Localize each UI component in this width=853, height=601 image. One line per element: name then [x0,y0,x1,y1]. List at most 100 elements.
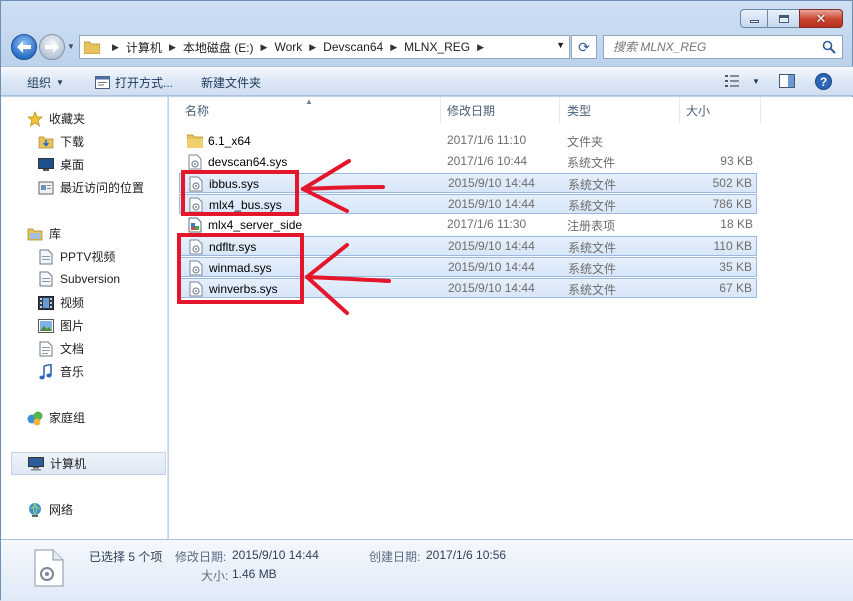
sidebar-computer[interactable]: 计算机 [11,452,166,475]
minimize-button[interactable] [740,9,768,28]
sidebar-item-pictures[interactable]: 图片 [38,317,84,334]
address-bar[interactable]: ▶ 计算机 ▶ 本地磁盘 (E:) ▶ Work ▶ Devscan64 ▶ M… [79,35,570,59]
created-date-label: 创建日期: [369,550,421,564]
annotation-arrow-top [301,159,385,213]
preview-pane-button[interactable] [779,74,795,88]
sidebar-item-subversion[interactable]: Subversion [38,271,120,287]
file-size: 18 KB [720,217,753,231]
sidebar-item-pptv-video[interactable]: PPTV视频 [38,248,115,265]
breadcrumb-separator-icon[interactable]: ▶ [169,42,176,53]
sidebar-libraries[interactable]: 库 [27,225,61,242]
column-divider[interactable] [679,97,680,123]
file-row[interactable]: devscan64.sys 2017/1/6 10:44 系统文件 93 KB [179,152,757,172]
breadcrumb-separator-icon[interactable]: ▶ [261,42,268,53]
sidebar-item-label: 文档 [60,342,85,356]
open-with-button[interactable]: 打开方式... [95,74,173,91]
sidebar-item-downloads[interactable]: 下载 [38,133,84,150]
file-row[interactable]: mlx4_server_side 2017/1/6 11:30 注册表项 18 KB [179,215,757,235]
picture-icon [38,318,54,334]
file-date: 2015/9/10 14:44 [448,281,535,295]
search-input[interactable] [611,39,811,55]
open-with-label: 打开方式... [115,76,174,90]
selection-count: 已选择 5 个项 [89,550,163,564]
breadcrumb-computer[interactable]: 计算机 [126,39,162,56]
sidebar-item-label: 最近访问的位置 [60,181,145,195]
column-header-date[interactable]: 修改日期 [447,97,495,123]
forward-arrow-icon [45,41,59,53]
sidebar-item-music[interactable]: 音乐 [38,363,84,380]
breadcrumb-separator-icon[interactable]: ▶ [477,42,484,53]
sidebar-favorites-label: 收藏夹 [49,112,86,126]
sidebar-computer-label: 计算机 [50,457,87,471]
refresh-button[interactable]: ⟳ [571,35,597,59]
breadcrumb-mlnx-reg[interactable]: MLNX_REG [404,40,470,54]
file-size: 67 KB [719,281,752,295]
file-date: 2015/9/10 14:44 [448,239,535,253]
sidebar-item-recent-places[interactable]: 最近访问的位置 [38,179,144,196]
registry-file-icon [187,217,203,233]
column-header-size[interactable]: 大小 [686,97,710,123]
minimize-icon [749,20,759,23]
file-name: mlx4_server_side [208,218,303,232]
view-options-button[interactable]: ▼ [725,75,760,87]
column-header-name[interactable]: 名称 [185,97,209,123]
search-box[interactable] [603,35,843,59]
video-icon [38,295,54,311]
new-folder-button[interactable]: 新建文件夹 [201,74,261,91]
sidebar-item-label: 桌面 [60,158,85,172]
breadcrumb-separator-icon[interactable]: ▶ [309,42,316,53]
file-type: 文件夹 [567,135,604,149]
column-divider[interactable] [760,97,761,123]
breadcrumb-separator-icon[interactable]: ▶ [390,42,397,53]
breadcrumb-drive-e[interactable]: 本地磁盘 (E:) [183,39,254,56]
column-divider[interactable] [440,97,441,123]
file-type: 系统文件 [567,156,616,170]
system-file-icon [187,154,203,170]
column-header-type[interactable]: 类型 [567,97,591,123]
close-button[interactable]: ✕ [799,9,843,28]
document-icon [38,341,54,357]
forward-button[interactable] [39,34,65,60]
file-date: 2017/1/6 11:10 [447,133,527,147]
search-icon[interactable] [822,40,836,54]
file-size: 35 KB [719,260,752,274]
sidebar-homegroup[interactable]: 家庭组 [27,409,85,426]
recent-places-icon [38,180,54,196]
file-size: 93 KB [720,154,753,168]
preview-pane-icon [779,74,795,88]
downloads-folder-icon [38,134,54,150]
view-list-icon [725,75,739,87]
file-name-cell: 6.1_x64 [187,133,251,149]
address-dropdown-icon[interactable]: ▼ [556,40,565,50]
sidebar-network[interactable]: 网络 [27,501,73,518]
sidebar-item-label: 图片 [60,319,85,333]
sidebar-favorites[interactable]: 收藏夹 [27,110,85,127]
sidebar-network-label: 网络 [49,503,74,517]
open-with-icon [95,76,110,89]
maximize-button[interactable] [767,9,800,28]
details-pane: 已选择 5 个项 修改日期: 2015/9/10 14:44 创建日期: 201… [1,539,853,601]
file-size: 502 KB [712,176,752,190]
sidebar-item-documents[interactable]: 文档 [38,340,84,357]
annotation-arrow-bottom [305,243,391,315]
sidebar-item-videos[interactable]: 视频 [38,294,84,311]
sidebar-item-label: Subversion [60,272,121,286]
back-button[interactable] [11,34,37,60]
organize-label: 组织 [27,76,52,90]
star-icon [27,110,43,127]
breadcrumb-devscan64[interactable]: Devscan64 [323,40,383,54]
history-dropdown-icon[interactable]: ▼ [67,42,75,51]
breadcrumb-work[interactable]: Work [274,40,302,54]
breadcrumb-separator-icon[interactable]: ▶ [112,42,119,53]
multiple-files-icon [33,548,65,591]
window-caption-buttons: ✕ [740,9,843,28]
file-row[interactable]: 6.1_x64 2017/1/6 11:10 文件夹 [179,131,757,151]
modified-date-label: 修改日期: [175,550,227,564]
organize-button[interactable]: 组织 ▼ [27,74,64,91]
help-icon: ? [815,73,832,90]
folder-icon [84,40,100,54]
column-divider[interactable] [559,97,560,123]
help-button[interactable]: ? [815,73,832,90]
sidebar-item-desktop[interactable]: 桌面 [38,156,84,173]
back-arrow-icon [17,41,31,53]
